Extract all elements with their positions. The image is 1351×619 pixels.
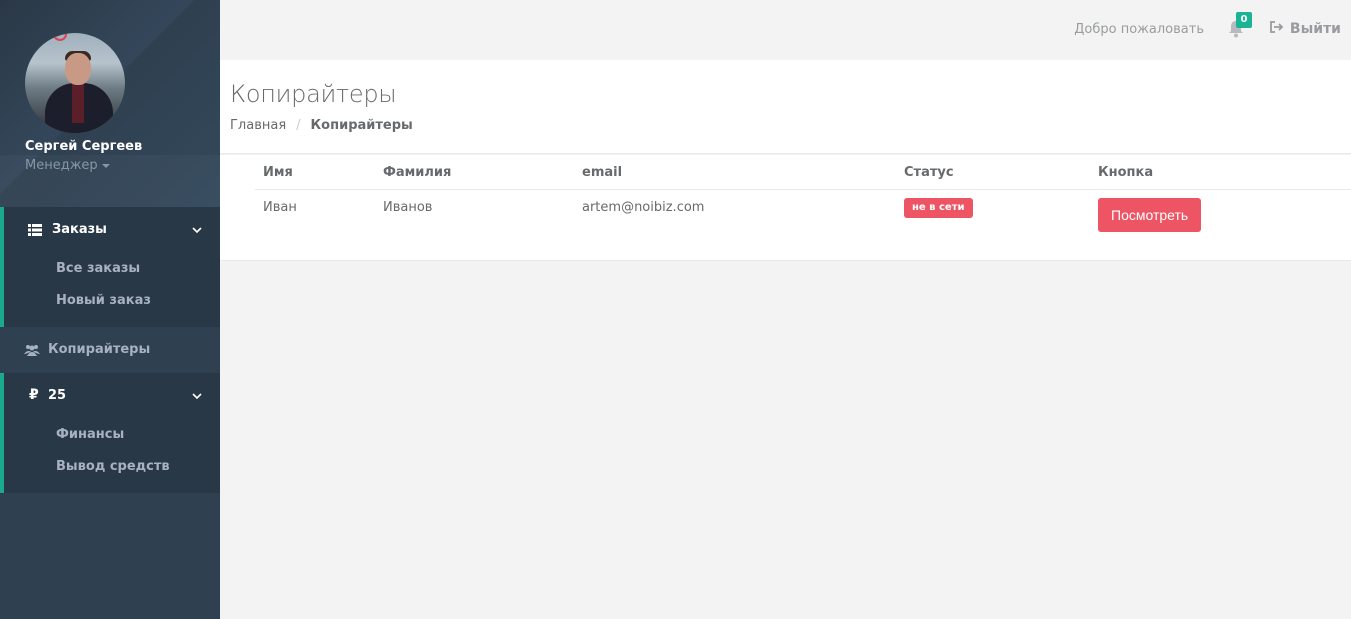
column-header-button: Кнопка <box>1098 165 1154 180</box>
nav-group-orders: Заказы Все заказы Новый заказ <box>0 207 220 327</box>
sidebar-item-finances[interactable]: Финансы <box>56 427 124 442</box>
table-header: Имя Фамилия email Статус Кнопка <box>255 155 1351 190</box>
sidebar: Сергей Сергеев Менеджер Заказы Все заказ… <box>0 0 220 619</box>
avatar[interactable] <box>25 33 125 133</box>
cell-first-name: Иван <box>263 200 297 215</box>
profile-role-label: Менеджер <box>25 158 98 173</box>
sidebar-item-balance[interactable]: ₽ 25 <box>4 373 220 419</box>
page-heading: Копирайтеры Главная / Копирайтеры <box>220 60 1351 154</box>
sidebar-item-orders[interactable]: Заказы <box>4 207 220 253</box>
notification-count-badge: 0 <box>1236 12 1252 28</box>
logout-label: Выйти <box>1289 21 1341 37</box>
column-header-email: email <box>582 165 623 180</box>
breadcrumb-home-link[interactable]: Главная <box>230 118 286 133</box>
column-header-last-name: Фамилия <box>383 165 452 180</box>
sidebar-item-balance-label: 25 <box>48 388 67 403</box>
list-icon <box>28 224 42 236</box>
status-badge: не в сети <box>904 198 973 218</box>
cell-email: artem@noibiz.com <box>582 200 705 215</box>
column-header-status: Статус <box>904 165 954 180</box>
sidebar-item-orders-label: Заказы <box>52 222 107 237</box>
profile-role-dropdown[interactable]: Менеджер <box>25 158 110 173</box>
caret-down-icon <box>101 163 110 168</box>
view-button[interactable]: Посмотреть <box>1098 198 1202 232</box>
chevron-down-icon <box>192 227 202 234</box>
sidebar-item-copywriters[interactable]: Копирайтеры <box>0 327 220 373</box>
chevron-down-icon <box>192 393 202 400</box>
ruble-icon: ₽ <box>29 387 39 403</box>
cell-last-name: Иванов <box>383 200 433 215</box>
users-icon <box>24 345 40 356</box>
breadcrumb-separator: / <box>296 118 301 133</box>
sidebar-item-all-orders[interactable]: Все заказы <box>56 261 140 276</box>
top-navbar: Добро пожаловать 0 Выйти <box>220 0 1351 60</box>
nav-group-balance: ₽ 25 Финансы Вывод средств <box>0 373 220 493</box>
sign-out-icon <box>1270 21 1284 33</box>
breadcrumb: Главная / Копирайтеры <box>230 118 413 133</box>
profile-panel: Сергей Сергеев Менеджер <box>0 0 220 207</box>
profile-name: Сергей Сергеев <box>25 139 143 154</box>
sidebar-item-copywriters-label: Копирайтеры <box>48 342 151 357</box>
column-header-first-name: Имя <box>263 165 293 180</box>
welcome-message: Добро пожаловать <box>1074 22 1204 37</box>
copywriters-table: Имя Фамилия email Статус Кнопка Иван Ива… <box>220 155 1351 261</box>
logout-button[interactable]: Выйти <box>1270 21 1341 37</box>
sidebar-item-withdraw[interactable]: Вывод средств <box>56 459 170 474</box>
sidebar-item-new-order[interactable]: Новый заказ <box>56 293 151 308</box>
main-background <box>220 261 1351 619</box>
breadcrumb-current: Копирайтеры <box>310 118 413 133</box>
page-title: Копирайтеры <box>230 80 397 108</box>
